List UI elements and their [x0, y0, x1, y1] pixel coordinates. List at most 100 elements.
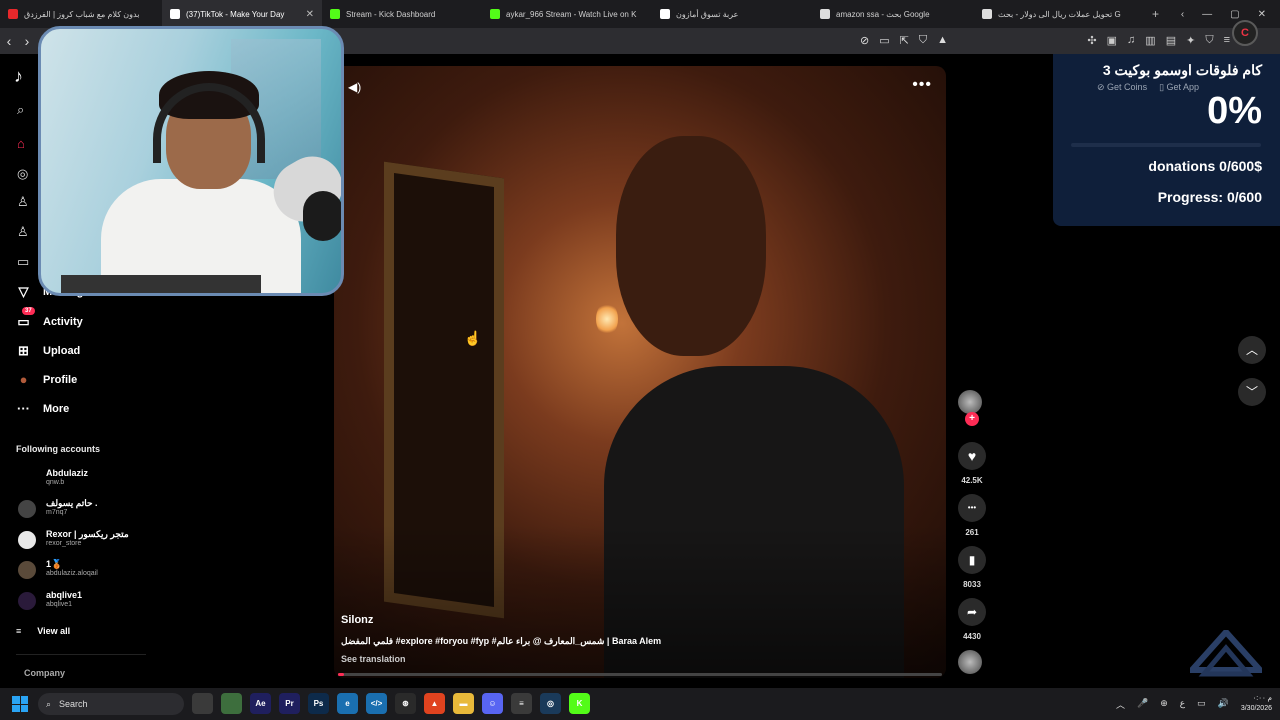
get-app-link[interactable]: ▯ Get App [1159, 82, 1199, 93]
search-glyph-icon: ⌕ [46, 698, 52, 709]
video-player[interactable]: ◀) ••• Silonz فلمي المفضل #explore #fory… [334, 66, 946, 678]
sidebar-icon[interactable]: ▥ [1145, 34, 1155, 47]
inbox-icon: ▭ [17, 314, 30, 329]
premiere-icon[interactable]: Pr [279, 693, 300, 714]
cast-icon[interactable]: ▭ [879, 34, 889, 47]
puzzle-icon[interactable]: ✣ [1087, 34, 1096, 47]
chatgpt-icon[interactable]: ⊛ [395, 693, 416, 714]
browser-tab[interactable]: Stream - Kick Dashboard [322, 0, 482, 28]
window-icon[interactable]: ▣ [1107, 34, 1117, 47]
tab-title: Stream - Kick Dashboard [346, 9, 436, 19]
after-effects-icon[interactable]: Ae [250, 693, 271, 714]
browser-tab[interactable]: عربة تسوق أمازون [652, 0, 812, 28]
browser-tab[interactable]: amazon ssa - بحث Google [812, 0, 974, 28]
sidebar-item-activity[interactable]: ▭ 37 Activity [16, 307, 83, 330]
notepad-icon[interactable]: ≡ [511, 693, 532, 714]
new-tab-icon[interactable]: + [1152, 7, 1159, 21]
notification-badge: 37 [22, 307, 35, 315]
sidebar-item-upload[interactable]: ⊞ Upload [16, 343, 80, 359]
edge-icon[interactable]: e [337, 693, 358, 714]
more-options-icon[interactable]: ••• [912, 76, 932, 94]
next-video-button[interactable]: ﹀ [1238, 378, 1266, 406]
mute-icon[interactable]: ⊘ [860, 34, 869, 47]
vscode-icon[interactable]: </> [366, 693, 387, 714]
sidebar-item-label: Upload [43, 345, 81, 357]
brave-icon[interactable]: ▲ [424, 693, 445, 714]
file-icon[interactable] [192, 693, 213, 714]
language-icon[interactable]: ع [1180, 698, 1185, 711]
file-explorer-icon[interactable]: ▬ [453, 693, 474, 714]
network-icon[interactable]: ⊕ [1160, 698, 1168, 711]
sidebar-item-more[interactable]: ··· More [16, 401, 69, 416]
following-account[interactable]: Abdulaziz qnw.b [16, 466, 146, 492]
comment-icon[interactable]: ••• [958, 494, 986, 522]
video-progress-bar[interactable] [338, 673, 942, 676]
show-hidden-icons-icon[interactable]: ︿ [1116, 698, 1125, 711]
back-icon[interactable]: ‹ [0, 33, 18, 49]
discord-icon[interactable]: ☺ [482, 693, 503, 714]
share-icon[interactable]: ⇱ [900, 34, 909, 47]
following-account[interactable]: حاتم يسولف . m7nq7 [16, 496, 146, 522]
wallet-icon[interactable]: ▤ [1166, 34, 1176, 47]
share-icon[interactable]: ➦ [958, 598, 986, 626]
browser-tab[interactable]: بدون كلام مع شباب كروز | الفرزدق [0, 0, 162, 28]
video-author[interactable]: Silonz [341, 614, 373, 626]
brave-shield-icon[interactable]: ⛉ [919, 34, 927, 47]
browser-tab[interactable]: (37)TikTok - Make Your Day ✕ [162, 0, 322, 28]
browser-tab[interactable]: aykar_966 Stream - Watch Live on K [482, 0, 652, 28]
view-all-link[interactable]: ≡ View all [16, 626, 70, 636]
bookmark-icon[interactable]: ▮ [958, 546, 986, 574]
shield-icon[interactable]: ⛉ [1205, 34, 1213, 47]
windows-start-icon[interactable] [12, 696, 28, 712]
tiktok-logo-icon[interactable]: ♪ [14, 66, 23, 87]
sidebar-item-profile[interactable]: ● Profile [16, 372, 78, 387]
get-coins-link[interactable]: ⊘ Get Coins [1097, 82, 1147, 93]
stream-goal-overlay: كام فلوقات اوسمو بوكيت 3 ⊘ Get Coins ▯ G… [1053, 54, 1280, 226]
following-icon[interactable]: ♙ [17, 194, 29, 210]
sidebar-divider [16, 654, 146, 655]
volume-icon[interactable]: ◀) [348, 80, 361, 94]
chrome-icon[interactable] [221, 693, 242, 714]
company-link[interactable]: Company [24, 668, 65, 678]
following-account[interactable]: abqlive1 abqlive1 [16, 588, 146, 614]
friends-icon[interactable]: ♙ [17, 224, 29, 240]
live-icon[interactable]: ▭ [17, 254, 29, 270]
close-window-icon[interactable]: ✕ [1258, 9, 1266, 20]
explore-icon[interactable]: ◎ [17, 166, 28, 182]
keyboard-detail [61, 275, 261, 293]
kick-app-icon[interactable]: K [569, 693, 590, 714]
more-dots-icon: ··· [17, 401, 30, 416]
steam-icon[interactable]: ◎ [540, 693, 561, 714]
previous-video-button[interactable]: ︿ [1238, 336, 1266, 364]
sidebar-item-label: Activity [43, 316, 83, 328]
menu-icon[interactable]: ≡ [1224, 34, 1230, 47]
music-icon[interactable]: ♫ [1127, 34, 1135, 47]
microphone-tray-icon[interactable]: 🎤 [1137, 698, 1148, 711]
close-tab-icon[interactable]: ✕ [306, 9, 314, 20]
photoshop-icon[interactable]: Ps [308, 693, 329, 714]
minimize-icon[interactable]: — [1202, 9, 1212, 20]
clock[interactable]: م ٠:٠٠ 3/30/2026 [1241, 694, 1272, 714]
bookmark-count: 8033 [963, 580, 981, 589]
like-icon[interactable]: ♥ [958, 442, 986, 470]
rewards-icon[interactable]: ▲ [937, 34, 948, 47]
search-icon[interactable]: ⌕ [17, 102, 24, 118]
battery-icon[interactable]: ▭ [1197, 698, 1206, 711]
profile-avatar-icon: ● [19, 372, 28, 387]
taskbar-search[interactable]: ⌕ Search [38, 693, 184, 715]
maximize-icon[interactable]: ▢ [1230, 9, 1239, 20]
browser-profile-avatar[interactable]: C [1232, 20, 1258, 46]
forward-icon[interactable]: › [18, 33, 36, 49]
following-account[interactable]: 1🥉 abdulaziz.aloqail [16, 557, 146, 583]
webcam-overlay [38, 26, 344, 296]
tab-search-icon[interactable]: ‹ [1181, 9, 1184, 20]
browser-tab[interactable]: تحويل عملات ريال الى دولار - بحث G [974, 0, 1144, 28]
following-account[interactable]: Rexor | متجر ريكسور rexor_store [16, 527, 146, 553]
sound-disc-icon[interactable] [958, 650, 982, 674]
leo-icon[interactable]: ✦ [1186, 34, 1195, 47]
speaker-icon[interactable]: 🔊 [1218, 698, 1229, 711]
home-icon[interactable]: ⌂ [17, 136, 25, 151]
follow-plus-icon[interactable]: + [965, 412, 979, 426]
see-translation-link[interactable]: See translation [341, 654, 406, 664]
creator-avatar[interactable] [958, 390, 982, 414]
